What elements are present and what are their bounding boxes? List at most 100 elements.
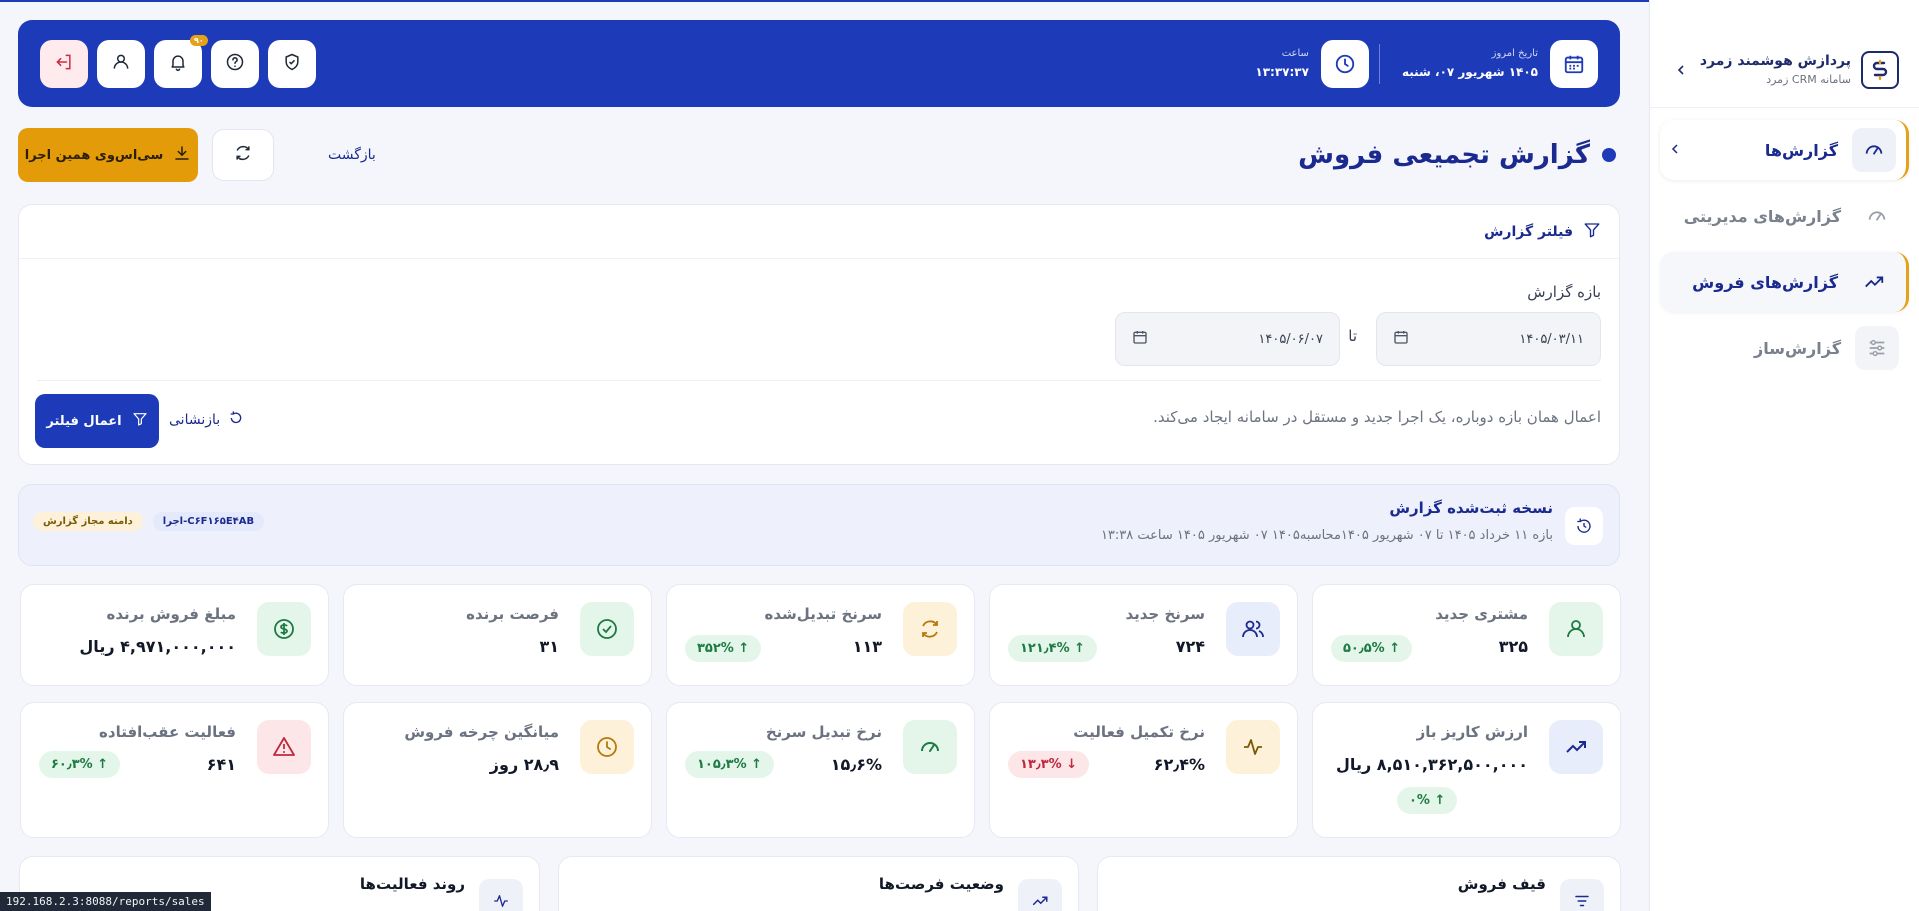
sidebar-item-management-reports[interactable]: گزارش‌های مدیریتی	[1660, 186, 1909, 246]
reset-label: بازنشانی	[169, 412, 221, 428]
kpi-label: مشتری جدید	[1435, 605, 1528, 623]
to-label: تا	[1348, 327, 1357, 345]
run-id-chip: اجرا-C۶F۱۶۵E۴AB	[152, 512, 265, 531]
help-circle-icon	[225, 52, 245, 76]
sidebar-collapse-chevron-icon[interactable]	[1670, 59, 1692, 81]
kpi-value: ۶۴۱	[206, 755, 236, 774]
kpi-value: ۴,۹۷۱,۰۰۰,۰۰۰ ریال	[79, 637, 236, 656]
sidebar-nav: گزارش‌ها گزارش‌های مدیریتی گزارش‌های فرو…	[1650, 108, 1919, 396]
gauge-icon	[1852, 128, 1896, 172]
kpi-delta-value: ۳۵۲%	[697, 641, 734, 656]
kpi-card-won-sales-amount: مبلغ فروش برنده ۴,۹۷۱,۰۰۰,۰۰۰ ریال	[20, 584, 329, 686]
kpi-value: ۲۸٫۹ روز	[489, 755, 559, 774]
reset-icon	[228, 410, 244, 430]
help-button[interactable]	[211, 39, 259, 88]
refresh-button[interactable]	[212, 129, 274, 181]
from-date-field[interactable]: ۱۴۰۵/۰۳/۱۱	[1376, 312, 1601, 366]
bell-icon	[168, 52, 188, 76]
csv-export-button[interactable]: سی‌اس‌وی همین اجرا	[18, 128, 198, 182]
notification-badge: ۹۰	[190, 34, 208, 46]
trend-up-icon	[1852, 260, 1896, 304]
kpi-delta-value: ۵۰٫۵%	[1343, 641, 1385, 656]
sidebar-item-label: گزارش‌ها	[1764, 140, 1838, 160]
kpi-value: ۷۲۴	[1175, 637, 1205, 656]
time-label: ساعت	[1281, 48, 1309, 59]
kpi-delta: ↓ ۱۳٫۳%	[1008, 751, 1090, 778]
kpi-delta-value: ۰%	[1409, 793, 1430, 808]
sales-funnel-card: قیف فروش	[1097, 856, 1621, 911]
kpi-delta: ↑ ۱۲۱٫۴%	[1008, 635, 1098, 662]
apply-filter-button[interactable]: اعمال فیلتر	[35, 394, 159, 448]
kpi-value: ۳۱	[539, 637, 559, 656]
reset-button[interactable]: بازنشانی	[169, 410, 244, 430]
kpi-label: سرنخ تبدیل‌شده	[764, 605, 882, 623]
kpi-label: مبلغ فروش برنده	[106, 605, 236, 623]
sidebar-item-reports[interactable]: گزارش‌ها	[1660, 120, 1909, 180]
to-date-field[interactable]: ۱۴۰۵/۰۶/۰۷	[1115, 312, 1340, 366]
activity-icon	[479, 879, 523, 911]
snapshot-subtitle: بازه ۱۱ خرداد ۱۴۰۵ تا ۰۷ شهریور ۱۴۰۵محاس…	[1100, 528, 1553, 543]
kpi-label: فرصت برنده	[466, 605, 559, 623]
dollar-icon	[257, 602, 311, 656]
filter-note: اعمال همان بازه دوباره، یک اجرا جدید و م…	[1153, 408, 1601, 426]
sidebar: پردازش هوشمند زمرد سامانه CRM زمرد گزارش…	[1649, 0, 1919, 911]
status-bar-url: 192.168.2.3:8088/reports/sales	[0, 892, 211, 911]
kpi-card-open-pipeline-value: ارزش کاریز باز ۸,۵۱۰,۳۶۲,۵۰۰,۰۰۰ ریال ↑ …	[1312, 702, 1621, 838]
top-accent-line	[0, 0, 1919, 2]
kpi-label: میانگین چرخه فروش	[404, 723, 559, 741]
brand-name: پردازش هوشمند زمرد	[1699, 53, 1851, 69]
chevron-left-icon	[1670, 142, 1680, 158]
card-title: قیف فروش	[1457, 875, 1546, 893]
current-time: ساعت ۱۳:۳۷:۳۷	[1255, 48, 1309, 79]
to-date-value: ۱۴۰۵/۰۶/۰۷	[1258, 331, 1323, 347]
sidebar-item-label: گزارش‌های مدیریتی	[1683, 206, 1841, 226]
brand: پردازش هوشمند زمرد سامانه CRM زمرد	[1650, 0, 1919, 108]
kpi-label: ارزش کاریز باز	[1416, 723, 1528, 741]
calendar-icon	[1132, 329, 1148, 349]
topbar-actions: ۹۰	[40, 34, 316, 88]
kpi-card-converted-leads: سرنخ تبدیل‌شده ۱۱۳ ↑ ۳۵۲%	[666, 584, 975, 686]
today-date: تاریخ امروز ۱۴۰۵ شهریور ۰۷، شنبه	[1402, 48, 1538, 79]
report-snapshot: نسخه ثبت‌شده گزارش بازه ۱۱ خرداد ۱۴۰۵ تا…	[18, 484, 1620, 566]
gauge-icon	[1855, 194, 1899, 238]
sliders-icon	[1855, 326, 1899, 370]
title-dot	[1602, 148, 1616, 162]
sidebar-item-report-builder[interactable]: گزارش‌ساز	[1660, 318, 1909, 378]
kpi-card-won-opportunities: فرصت برنده ۳۱	[343, 584, 652, 686]
kpi-delta: ↑ ۰%	[1397, 787, 1458, 814]
sidebar-item-label: گزارش‌های فروش	[1692, 272, 1838, 292]
users-icon	[1226, 602, 1280, 656]
notifications-button[interactable]: ۹۰	[154, 34, 208, 88]
warning-icon	[257, 720, 311, 774]
kpi-label: فعالیت عقب‌افتاده	[99, 723, 236, 741]
kpi-delta: ↑ ۱۰۵٫۳%	[685, 751, 775, 778]
kpi-delta-value: ۱۳٫۳%	[1020, 757, 1062, 772]
sidebar-item-sales-reports[interactable]: گزارش‌های فروش	[1660, 252, 1909, 312]
kpi-value: ۶۲٫۴%	[1153, 755, 1205, 774]
brand-subtitle: سامانه CRM زمرد	[1766, 73, 1851, 86]
shield-icon	[282, 52, 302, 76]
top-bar: تاریخ امروز ۱۴۰۵ شهریور ۰۷، شنبه ساعت ۱۳…	[18, 20, 1620, 107]
from-date-value: ۱۴۰۵/۰۳/۱۱	[1519, 331, 1584, 347]
sidebar-item-label: گزارش‌ساز	[1754, 338, 1841, 358]
back-link[interactable]: بازگشت	[328, 147, 376, 163]
profile-button[interactable]	[97, 39, 145, 88]
kpi-value: ۸,۵۱۰,۳۶۲,۵۰۰,۰۰۰ ریال	[1336, 755, 1528, 774]
card-title: روند فعالیت‌ها	[359, 875, 465, 893]
kpi-label: سرنخ جدید	[1125, 605, 1205, 623]
date-value: ۱۴۰۵ شهریور ۰۷، شنبه	[1401, 65, 1538, 79]
security-button[interactable]	[268, 39, 316, 88]
calendar-icon	[1550, 39, 1598, 88]
apply-filter-label: اعمال فیلتر	[46, 413, 122, 429]
header-actions: بازگشت سی‌اس‌وی همین اجرا	[18, 128, 376, 182]
clock-icon	[580, 720, 634, 774]
gauge-icon	[903, 720, 957, 774]
logout-button[interactable]	[40, 39, 88, 88]
snapshot-title: نسخه ثبت‌شده گزارش	[1389, 499, 1553, 517]
clock-icon	[1320, 39, 1369, 88]
kpi-card-lead-conversion-rate: نرخ تبدیل سرنخ ۱۵٫۶% ↑ ۱۰۵٫۳%	[666, 702, 975, 838]
refresh-icon	[903, 602, 957, 656]
calendar-icon	[1393, 329, 1409, 349]
card-title: وضعیت فرصت‌ها	[878, 875, 1004, 893]
kpi-delta: ↑ ۶۰٫۳%	[39, 751, 121, 778]
